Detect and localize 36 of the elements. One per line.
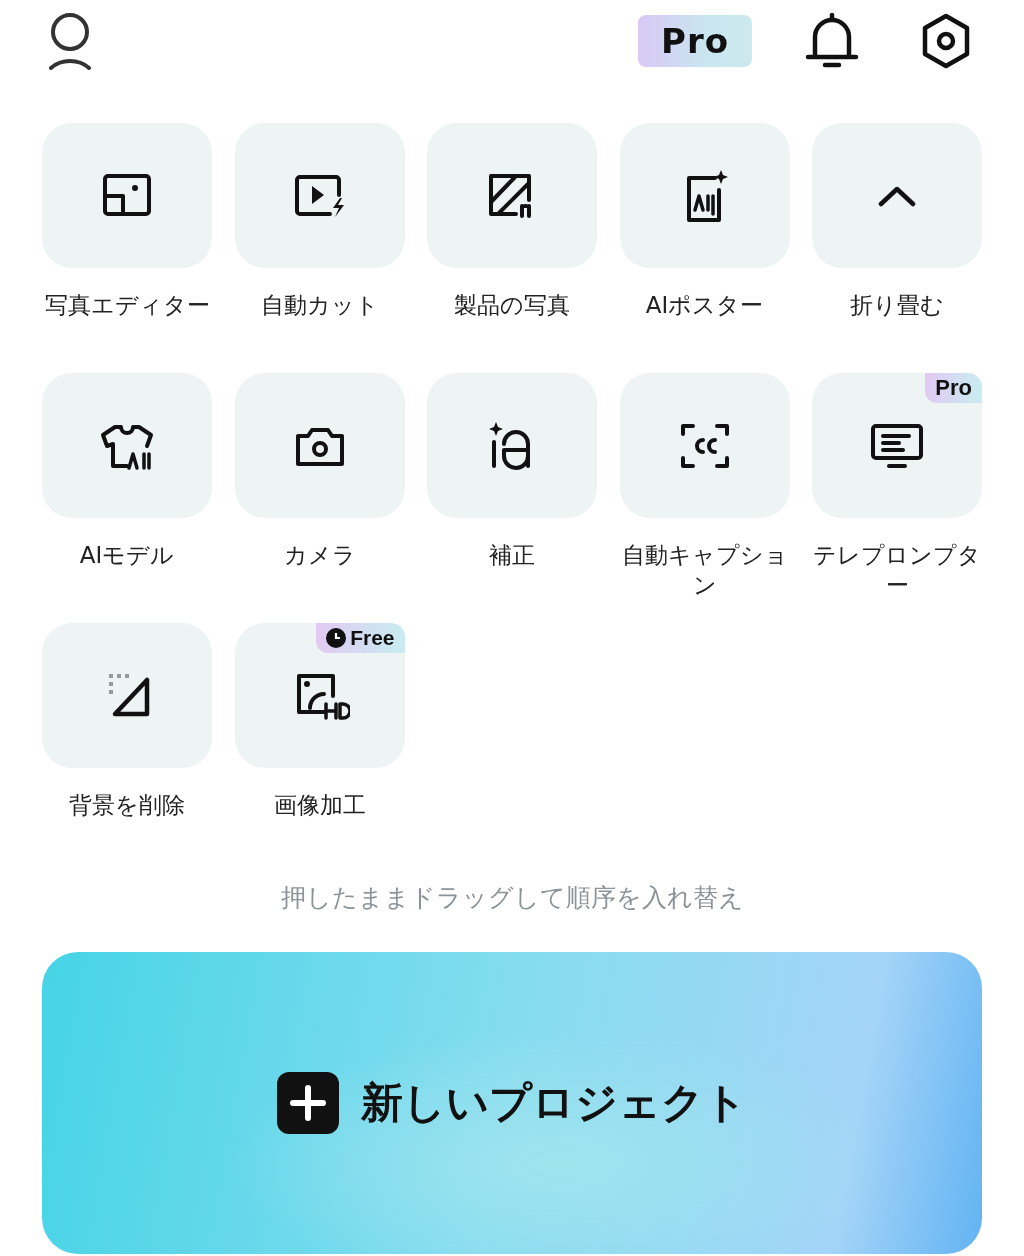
tool-label: 製品の写真 bbox=[453, 291, 571, 320]
tool-tile[interactable]: Free bbox=[234, 623, 405, 768]
tool-tile[interactable] bbox=[42, 373, 212, 518]
tool-label: 画像加工 bbox=[272, 791, 367, 820]
pro-badge[interactable]: Pro bbox=[638, 15, 752, 67]
tool-label: カメラ bbox=[282, 541, 357, 570]
tool-tile[interactable] bbox=[42, 623, 212, 768]
person-icon bbox=[47, 12, 93, 70]
clock-icon bbox=[326, 628, 347, 648]
tool-tile[interactable]: Pro bbox=[812, 373, 982, 518]
tool-label: 自動キャプション bbox=[620, 541, 789, 600]
settings-icon bbox=[920, 13, 972, 69]
tool-tile[interactable] bbox=[234, 373, 405, 518]
tool-tile[interactable] bbox=[234, 123, 405, 268]
tool-tile[interactable] bbox=[42, 123, 212, 268]
tool-tile[interactable] bbox=[427, 373, 597, 518]
tool-tile[interactable] bbox=[812, 123, 982, 268]
tool-label: 背景を削除 bbox=[68, 791, 186, 820]
badge-text: Pro bbox=[935, 375, 972, 401]
reorder-hint: 押したままドラッグして順序を入れ替え bbox=[279, 882, 745, 914]
tool-label: 写真エディター bbox=[43, 291, 211, 320]
tool-label: AIポスター bbox=[644, 291, 765, 320]
notifications-button[interactable] bbox=[804, 13, 860, 69]
tool-label: 自動カット bbox=[259, 291, 380, 320]
badge-text: Free bbox=[350, 626, 395, 650]
tool-label: テレプロンプター bbox=[812, 541, 982, 600]
tool-tile[interactable] bbox=[427, 123, 597, 268]
plus-icon bbox=[277, 1072, 339, 1134]
tool-label: 折り畳む bbox=[849, 291, 945, 320]
new-project-button[interactable]: 新しいプロジェクト bbox=[42, 952, 982, 1254]
tool-label: AIモデル bbox=[78, 541, 176, 570]
bell-icon bbox=[805, 13, 859, 69]
tool-tile[interactable] bbox=[619, 123, 790, 268]
tool-label: 補正 bbox=[488, 541, 536, 570]
tool-tile[interactable] bbox=[619, 373, 790, 518]
chevron-up-icon bbox=[878, 184, 916, 207]
